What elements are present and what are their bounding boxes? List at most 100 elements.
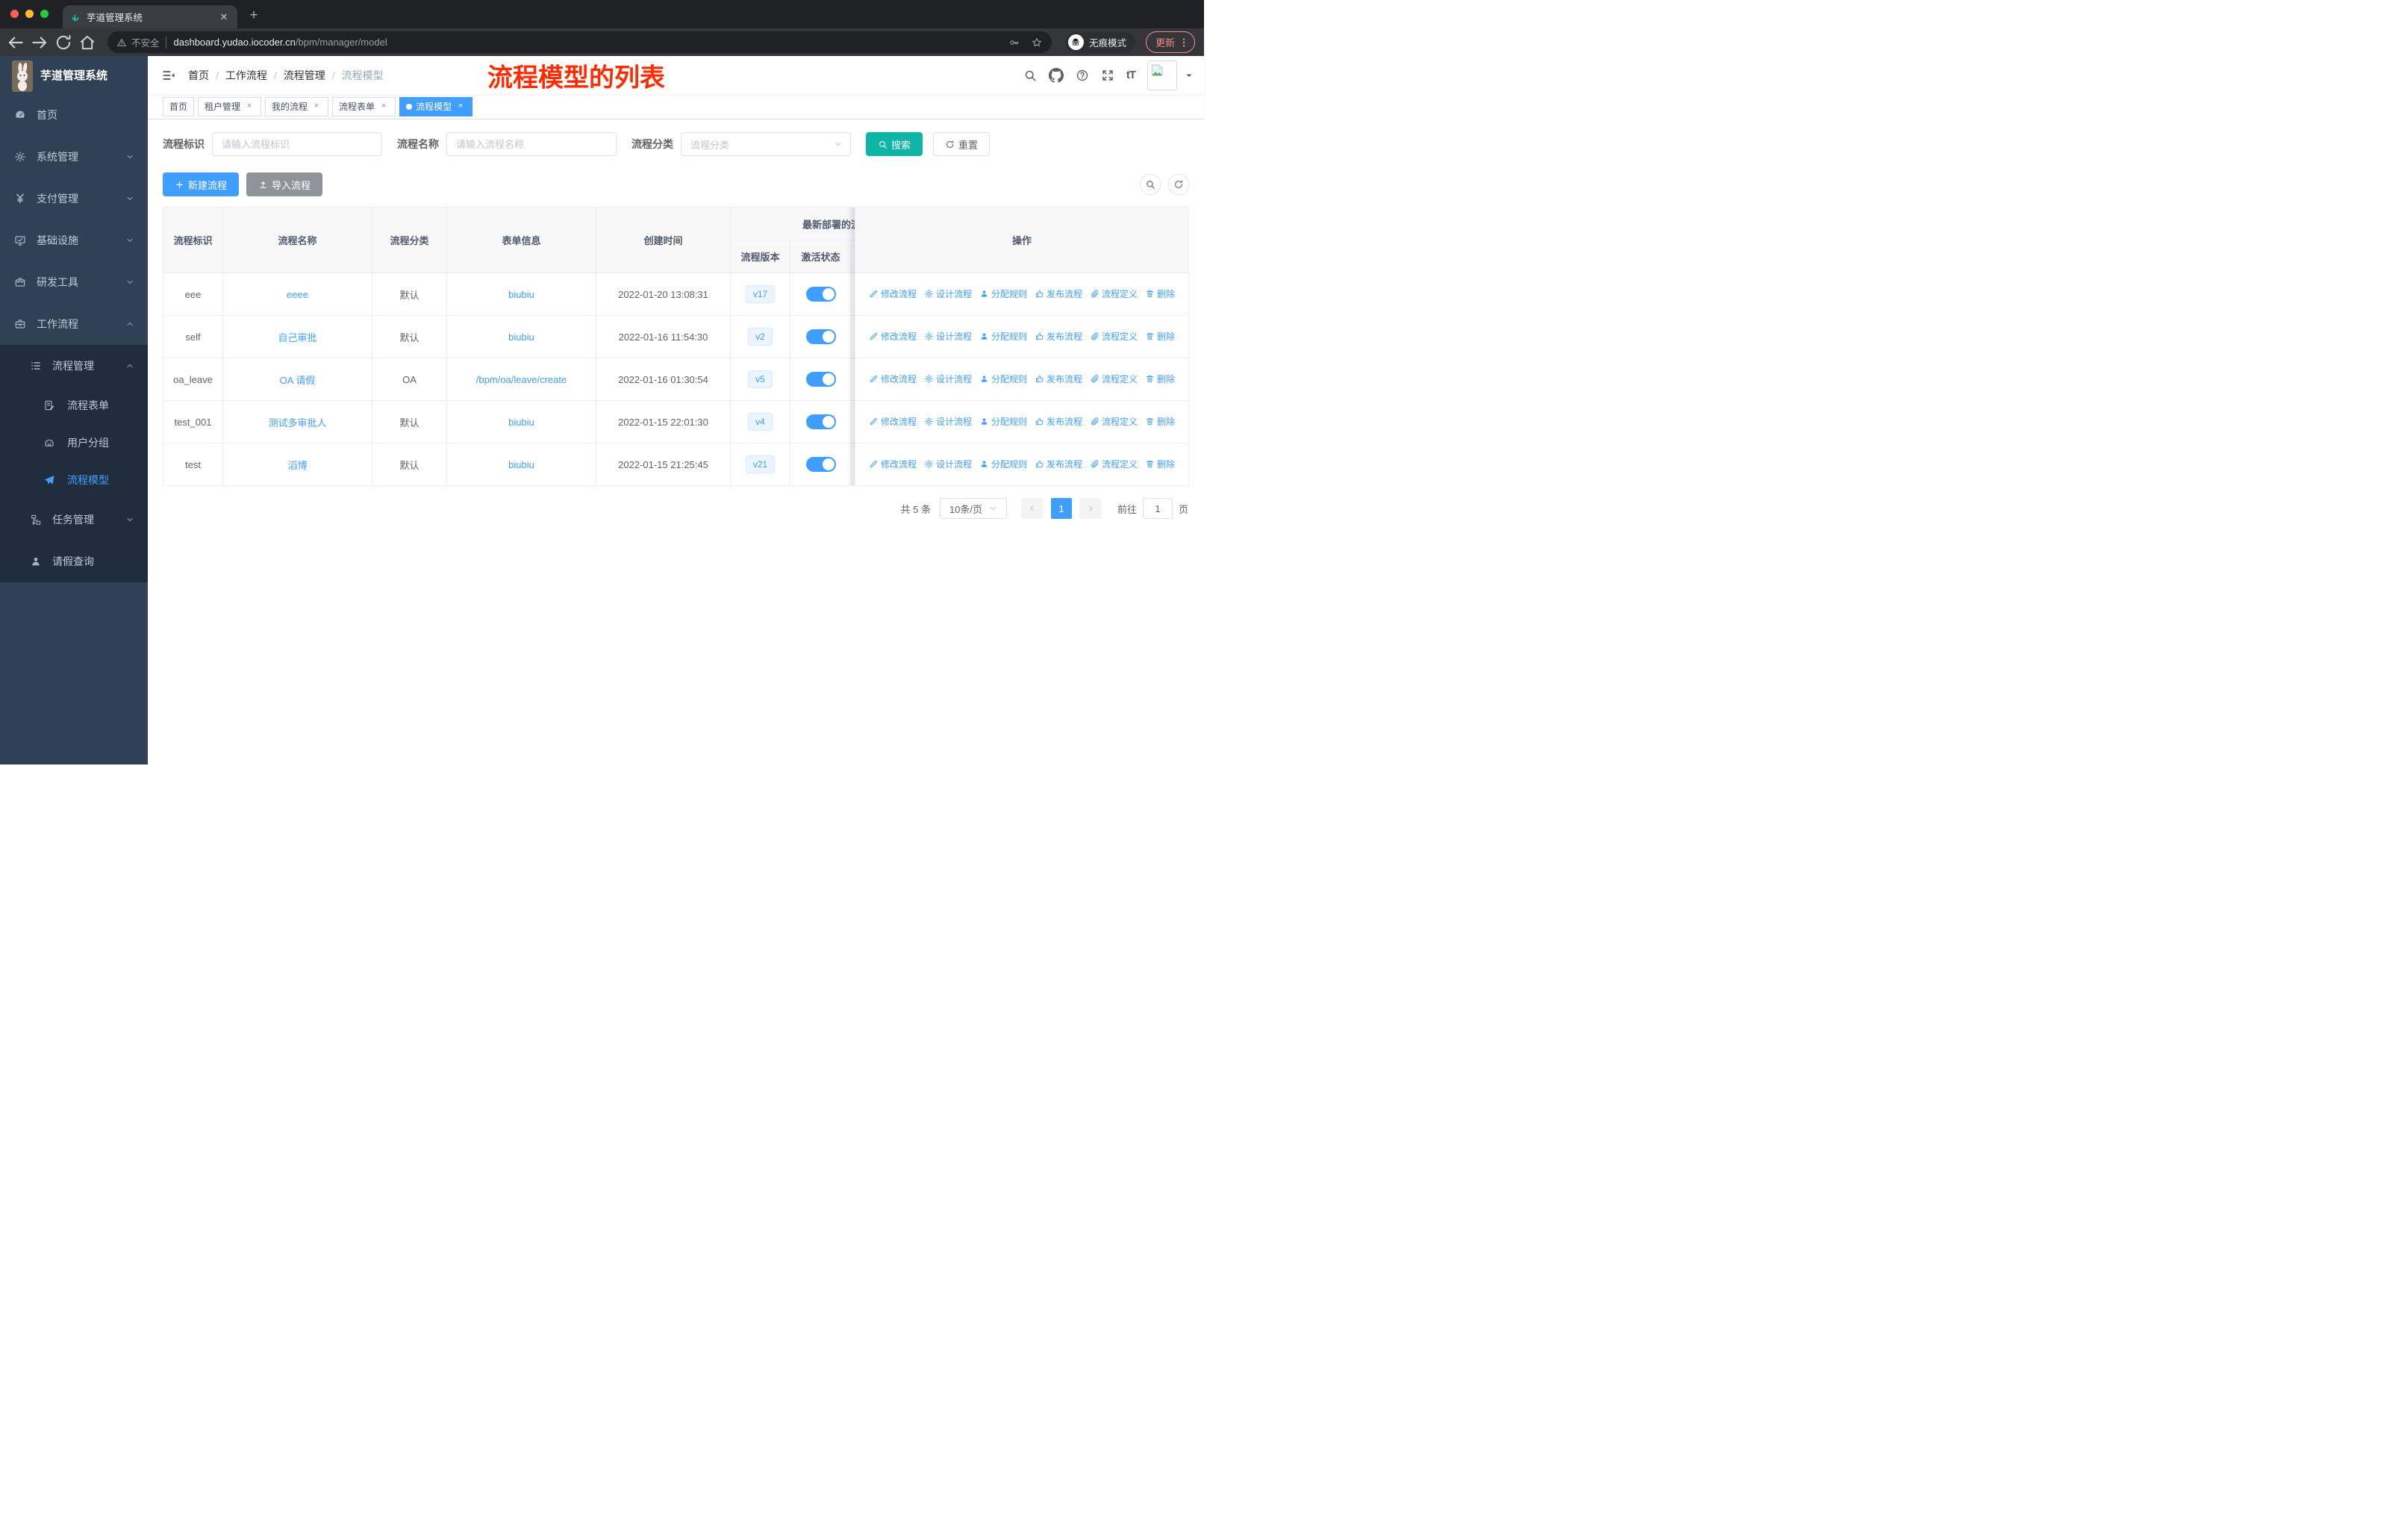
page-size-select[interactable]: 10条/页 bbox=[939, 498, 1007, 519]
minimize-window-button[interactable] bbox=[25, 10, 34, 18]
avatar[interactable] bbox=[1147, 60, 1177, 90]
key-icon[interactable] bbox=[1008, 37, 1020, 49]
action-delete-link[interactable]: 删除 bbox=[1145, 287, 1175, 300]
tab-process-model[interactable]: 流程模型 × bbox=[399, 96, 473, 116]
close-icon[interactable]: × bbox=[244, 102, 255, 112]
action-design-link[interactable]: 设计流程 bbox=[924, 373, 972, 385]
action-modify-link[interactable]: 修改流程 bbox=[869, 287, 917, 300]
reset-button[interactable]: 重置 bbox=[933, 132, 991, 156]
sidebar-item-payment-management[interactable]: 支付管理 bbox=[0, 178, 148, 219]
tab-tenant-management[interactable]: 租户管理 × bbox=[198, 96, 262, 116]
github-icon[interactable] bbox=[1048, 67, 1064, 83]
tab-home[interactable]: 首页 bbox=[163, 96, 195, 116]
process-name-link[interactable]: 测试多审批人 bbox=[268, 417, 326, 429]
create-process-button[interactable]: 新建流程 bbox=[163, 172, 240, 196]
process-name-input[interactable] bbox=[446, 132, 617, 156]
action-modify-link[interactable]: 修改流程 bbox=[869, 373, 917, 385]
action-assign-link[interactable]: 分配规则 bbox=[979, 287, 1027, 300]
breadcrumb-item[interactable]: 首页 bbox=[188, 68, 209, 83]
active-toggle[interactable] bbox=[805, 372, 836, 387]
action-definition-link[interactable]: 流程定义 bbox=[1090, 458, 1138, 470]
sidebar-item-leave-query[interactable]: 请假查询 bbox=[0, 541, 148, 582]
address-bar[interactable]: 不安全 dashboard.yudao.iocoder.cn /bpm/mana… bbox=[107, 31, 1052, 53]
action-publish-link[interactable]: 发布流程 bbox=[1035, 415, 1082, 428]
process-name-link[interactable]: 滔博 bbox=[287, 460, 307, 471]
action-design-link[interactable]: 设计流程 bbox=[924, 287, 972, 300]
action-definition-link[interactable]: 流程定义 bbox=[1090, 330, 1138, 343]
close-window-button[interactable] bbox=[10, 10, 19, 18]
sidebar-item-process-form[interactable]: 流程表单 bbox=[0, 387, 148, 424]
breadcrumb-item[interactable]: 流程管理 bbox=[284, 68, 325, 83]
form-info-link[interactable]: biubiu bbox=[508, 331, 534, 343]
active-toggle[interactable] bbox=[805, 414, 836, 429]
action-delete-link[interactable]: 删除 bbox=[1145, 373, 1175, 385]
action-definition-link[interactable]: 流程定义 bbox=[1090, 415, 1138, 428]
action-publish-link[interactable]: 发布流程 bbox=[1035, 287, 1082, 300]
close-tab-icon[interactable]: ✕ bbox=[218, 11, 230, 23]
form-info-link[interactable]: biubiu bbox=[508, 289, 534, 300]
active-toggle[interactable] bbox=[805, 457, 836, 472]
action-delete-link[interactable]: 删除 bbox=[1145, 458, 1175, 470]
sidebar-item-task-management[interactable]: 任务管理 bbox=[0, 499, 148, 541]
process-name-link[interactable]: eeee bbox=[287, 289, 308, 300]
action-definition-link[interactable]: 流程定义 bbox=[1090, 287, 1138, 300]
help-icon[interactable] bbox=[1076, 69, 1089, 82]
sidebar-item-workflow[interactable]: 工作流程 bbox=[0, 303, 148, 345]
sidebar-item-dev-tools[interactable]: 研发工具 bbox=[0, 261, 148, 303]
tab-my-process[interactable]: 我的流程 × bbox=[265, 96, 329, 116]
goto-page-input[interactable] bbox=[1142, 498, 1173, 519]
fullscreen-icon[interactable] bbox=[1101, 69, 1114, 82]
process-name-link[interactable]: OA 请假 bbox=[280, 375, 316, 386]
browser-tab[interactable]: 芋道管理系统 ✕ bbox=[63, 5, 237, 28]
reload-icon[interactable] bbox=[54, 33, 73, 52]
action-assign-link[interactable]: 分配规则 bbox=[979, 458, 1027, 470]
action-assign-link[interactable]: 分配规则 bbox=[979, 373, 1027, 385]
action-modify-link[interactable]: 修改流程 bbox=[869, 330, 917, 343]
hamburger-icon[interactable] bbox=[161, 68, 176, 83]
avatar-caret-down-icon[interactable] bbox=[1185, 71, 1194, 80]
font-size-icon[interactable]: tT bbox=[1126, 69, 1136, 81]
action-design-link[interactable]: 设计流程 bbox=[924, 330, 972, 343]
action-publish-link[interactable]: 发布流程 bbox=[1035, 458, 1082, 470]
process-name-link[interactable]: 自己审批 bbox=[278, 332, 316, 343]
action-definition-link[interactable]: 流程定义 bbox=[1090, 373, 1138, 385]
active-toggle[interactable] bbox=[805, 287, 836, 302]
import-process-button[interactable]: 导入流程 bbox=[246, 172, 323, 196]
process-category-select[interactable]: 流程分类 bbox=[681, 132, 851, 156]
sidebar-item-home[interactable]: 首页 bbox=[0, 94, 148, 136]
action-delete-link[interactable]: 删除 bbox=[1145, 415, 1175, 428]
action-assign-link[interactable]: 分配规则 bbox=[979, 415, 1027, 428]
action-publish-link[interactable]: 发布流程 bbox=[1035, 330, 1082, 343]
sidebar-item-process-model[interactable]: 流程模型 bbox=[0, 461, 148, 499]
form-info-link[interactable]: /bpm/oa/leave/create bbox=[476, 374, 567, 385]
refresh-table-button[interactable] bbox=[1168, 174, 1189, 195]
browser-menu-dots-icon[interactable] bbox=[1178, 37, 1190, 49]
action-design-link[interactable]: 设计流程 bbox=[924, 415, 972, 428]
next-page-button[interactable] bbox=[1079, 498, 1102, 519]
close-icon[interactable]: × bbox=[455, 102, 466, 112]
active-toggle[interactable] bbox=[805, 329, 836, 344]
sidebar-item-infrastructure[interactable]: 基础设施 bbox=[0, 219, 148, 261]
breadcrumb-item[interactable]: 工作流程 bbox=[225, 68, 267, 83]
action-assign-link[interactable]: 分配规则 bbox=[979, 330, 1027, 343]
forward-icon[interactable] bbox=[30, 33, 49, 52]
page-number-button[interactable]: 1 bbox=[1050, 498, 1072, 519]
toggle-search-button[interactable] bbox=[1140, 174, 1161, 195]
close-icon[interactable]: × bbox=[378, 102, 389, 112]
form-info-link[interactable]: biubiu bbox=[508, 459, 534, 470]
prev-page-button[interactable] bbox=[1020, 498, 1044, 519]
action-delete-link[interactable]: 删除 bbox=[1145, 330, 1175, 343]
browser-update-button[interactable]: 更新 bbox=[1145, 31, 1195, 53]
form-info-link[interactable]: biubiu bbox=[508, 417, 534, 428]
action-design-link[interactable]: 设计流程 bbox=[924, 458, 972, 470]
search-button[interactable]: 搜索 bbox=[866, 132, 923, 156]
sidebar-item-process-management[interactable]: 流程管理 bbox=[0, 345, 148, 387]
sidebar-item-user-group[interactable]: 用户分组 bbox=[0, 424, 148, 461]
maximize-window-button[interactable] bbox=[40, 10, 49, 18]
sidebar-item-system-management[interactable]: 系统管理 bbox=[0, 136, 148, 178]
action-modify-link[interactable]: 修改流程 bbox=[869, 415, 917, 428]
search-icon[interactable] bbox=[1023, 69, 1037, 82]
back-icon[interactable] bbox=[6, 33, 25, 52]
sidebar-logo[interactable]: 芋道管理系统 bbox=[0, 56, 148, 94]
action-publish-link[interactable]: 发布流程 bbox=[1035, 373, 1082, 385]
